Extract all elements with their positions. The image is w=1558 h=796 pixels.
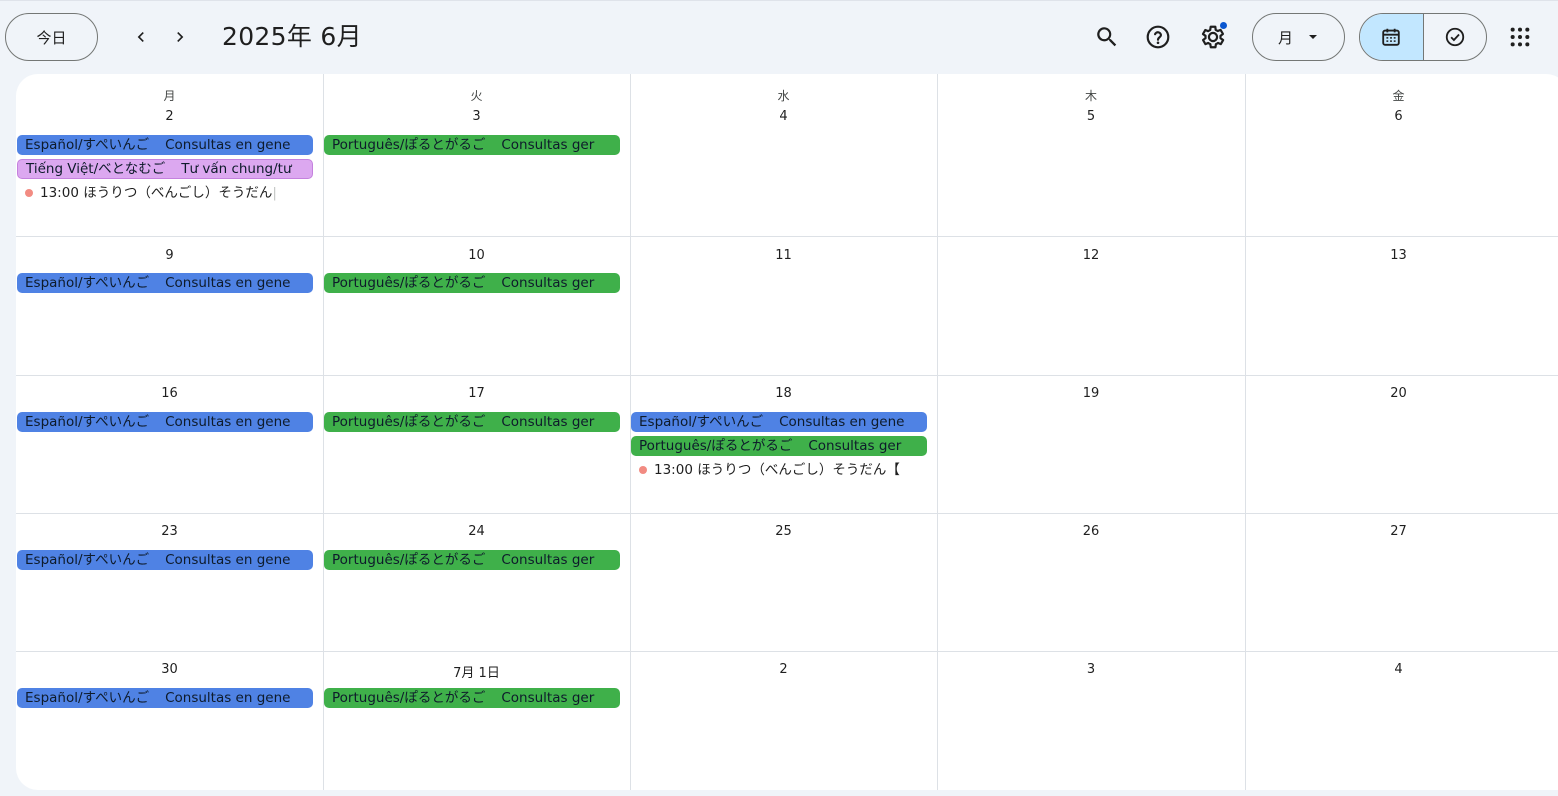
day-cell[interactable]: 月 2 Español/すぺいんご Consultas en gene Tiếng… <box>16 74 324 237</box>
next-month-button[interactable] <box>162 19 198 55</box>
day-cell[interactable]: 17 Português/ぽるとがるご Consultas ger <box>323 375 631 514</box>
chevron-right-icon <box>177 32 184 42</box>
day-cell[interactable]: 20 <box>1245 375 1558 514</box>
event-law-consultation[interactable]: 13:00 ほうりつ（べんごし）そうだん| <box>17 183 307 203</box>
day-cell[interactable]: 16 Español/すぺいんご Consultas en gene <box>16 375 324 514</box>
event-chip-espanol[interactable]: Español/すぺいんご Consultas en gene <box>17 273 313 293</box>
search-button[interactable] <box>1086 16 1128 58</box>
view-selector[interactable]: 月 <box>1252 13 1345 61</box>
day-cell[interactable]: 2 <box>630 651 938 790</box>
calendar-header: 今日 2025年 6月 月 <box>0 0 1558 72</box>
day-cell[interactable]: 木 5 <box>937 74 1246 237</box>
day-number[interactable]: 6 <box>1245 109 1552 124</box>
apps-grid-icon <box>1510 27 1530 47</box>
day-cell[interactable]: 4 <box>1245 651 1558 790</box>
day-number[interactable]: 4 <box>1245 662 1552 677</box>
apps-button[interactable] <box>1499 16 1541 58</box>
tasks-view-button[interactable] <box>1424 14 1487 60</box>
help-button[interactable] <box>1137 16 1179 58</box>
day-number[interactable]: 2 <box>16 109 323 124</box>
event-chip-espanol[interactable]: Español/すぺいんご Consultas en gene <box>17 688 313 708</box>
event-chip-espanol[interactable]: Español/すぺいんご Consultas en gene <box>17 135 313 155</box>
day-cell[interactable]: 水 4 <box>630 74 938 237</box>
day-number[interactable]: 11 <box>630 248 937 263</box>
day-cell[interactable]: 18 Español/すぺいんご Consultas en gene Portug… <box>630 375 938 514</box>
calendar-icon <box>1382 28 1400 46</box>
chevron-left-icon <box>137 32 144 42</box>
previous-month-button[interactable] <box>123 19 159 55</box>
event-chip-espanol[interactable]: Español/すぺいんご Consultas en gene <box>17 550 313 570</box>
notification-badge <box>1220 22 1227 29</box>
day-cell[interactable]: 19 <box>937 375 1246 514</box>
day-number[interactable]: 18 <box>630 386 937 401</box>
day-number[interactable]: 2 <box>630 662 937 677</box>
event-dot-icon <box>639 466 647 474</box>
day-cell[interactable]: 13 <box>1245 236 1558 376</box>
day-cell[interactable]: 10 Português/ぽるとがるご Consultas ger <box>323 236 631 376</box>
event-chip-espanol[interactable]: Español/すぺいんご Consultas en gene <box>17 412 313 432</box>
day-cell[interactable]: 24 Português/ぽるとがるご Consultas ger <box>323 513 631 652</box>
day-cell[interactable]: 30 Español/すぺいんご Consultas en gene <box>16 651 324 790</box>
day-cell[interactable]: 金 6 <box>1245 74 1558 237</box>
event-chip-espanol[interactable]: Español/すぺいんご Consultas en gene <box>631 412 927 432</box>
day-cell[interactable]: 26 <box>937 513 1246 652</box>
dropdown-arrow-icon <box>1309 35 1317 39</box>
calendar-view-button[interactable] <box>1360 14 1424 60</box>
help-icon <box>1146 25 1170 49</box>
weekday-label: 木 <box>1084 89 1097 103</box>
view-toggle <box>1359 13 1487 61</box>
day-number[interactable]: 24 <box>323 524 630 539</box>
event-dot-icon <box>25 189 33 197</box>
weekday-label: 金 <box>1392 89 1405 103</box>
page-title: 2025年 6月 <box>222 22 362 51</box>
event-law-consultation[interactable]: 13:00 ほうりつ（べんごし）そうだん【 <box>631 460 921 480</box>
day-cell[interactable]: 23 Español/すぺいんご Consultas en gene <box>16 513 324 652</box>
day-cell[interactable]: 27 <box>1245 513 1558 652</box>
day-number[interactable]: 3 <box>937 662 1245 677</box>
event-chip-portugues[interactable]: Português/ぽるとがるご Consultas ger <box>324 550 620 570</box>
view-selector-label: 月 <box>1277 28 1293 47</box>
weekday-label: 水 <box>777 89 790 103</box>
day-cell[interactable]: 9 Español/すぺいんご Consultas en gene <box>16 236 324 376</box>
settings-button[interactable] <box>1192 16 1234 58</box>
day-number[interactable]: 5 <box>937 109 1245 124</box>
day-cell[interactable]: 7月 1日 Português/ぽるとがるご Consultas ger <box>323 651 631 790</box>
tasks-check-icon <box>1445 27 1464 47</box>
day-number[interactable]: 4 <box>630 109 937 124</box>
day-cell[interactable]: 11 <box>630 236 938 376</box>
day-number[interactable]: 23 <box>16 524 323 539</box>
day-cell[interactable]: 25 <box>630 513 938 652</box>
day-number[interactable]: 27 <box>1245 524 1552 539</box>
event-chip-portugues[interactable]: Português/ぽるとがるご Consultas ger <box>324 412 620 432</box>
day-number[interactable]: 17 <box>323 386 630 401</box>
event-chip-portugues[interactable]: Português/ぽるとがるご Consultas ger <box>324 135 620 155</box>
day-number[interactable]: 13 <box>1245 248 1552 263</box>
month-grid: 月 2 Español/すぺいんご Consultas en gene Tiếng… <box>16 74 1558 790</box>
day-number[interactable]: 3 <box>323 109 630 124</box>
day-number[interactable]: 30 <box>16 662 323 677</box>
day-number[interactable]: 20 <box>1245 386 1552 401</box>
today-button[interactable]: 今日 <box>5 13 98 61</box>
event-chip-vietnamese[interactable]: Tiếng Việt/べとなむご Tư vấn chung/tư <box>17 159 313 179</box>
weekday-label: 火 <box>470 89 483 103</box>
day-number[interactable]: 25 <box>630 524 937 539</box>
day-cell[interactable]: 火 3 Português/ぽるとがるご Consultas ger <box>323 74 631 237</box>
event-chip-portugues[interactable]: Português/ぽるとがるご Consultas ger <box>324 273 620 293</box>
day-cell[interactable]: 3 <box>937 651 1246 790</box>
day-cell[interactable]: 12 <box>937 236 1246 376</box>
day-number[interactable]: 16 <box>16 386 323 401</box>
day-number[interactable]: 26 <box>937 524 1245 539</box>
day-number[interactable]: 19 <box>937 386 1245 401</box>
day-number[interactable]: 10 <box>323 248 630 263</box>
day-number[interactable]: 7月 1日 <box>323 662 630 681</box>
search-icon <box>1097 27 1117 47</box>
event-chip-portugues[interactable]: Português/ぽるとがるご Consultas ger <box>631 436 927 456</box>
weekday-label: 月 <box>163 89 176 103</box>
event-chip-portugues[interactable]: Português/ぽるとがるご Consultas ger <box>324 688 620 708</box>
day-number[interactable]: 9 <box>16 248 323 263</box>
day-number[interactable]: 12 <box>937 248 1245 263</box>
